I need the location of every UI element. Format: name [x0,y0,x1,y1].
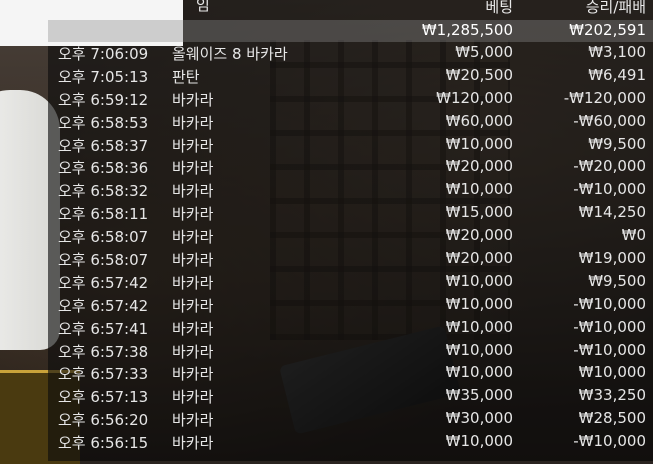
row-time: 오후 6:57:33 [58,365,149,384]
row-win-loss: ₩33,250 [578,386,646,405]
column-header-bet: 베팅 [485,0,513,16]
row-win-loss: ₩9,500 [588,134,646,153]
table-row[interactable]: 오후 7:06:09 올웨이즈 8 바카라 ₩5,000 ₩3,100 [48,42,653,65]
row-time: 오후 6:57:13 [58,388,149,407]
row-game: 바카라 [172,434,214,453]
table-row[interactable]: 오후 6:58:36 바카라 ₩20,000 -₩20,000 [48,156,653,179]
row-time: 오후 7:05:13 [58,67,149,86]
row-win-loss: ₩6,491 [588,65,646,84]
column-header-game: 임 [196,0,210,14]
row-time: 오후 6:56:20 [58,411,149,430]
row-time: 오후 6:58:11 [58,205,149,224]
table-row[interactable]: 오후 6:58:32 바카라 ₩10,000 -₩10,000 [48,179,653,202]
row-bet: ₩10,000 [445,340,513,359]
total-bet: ₩1,285,500 [421,21,513,39]
row-time: 오후 6:58:53 [58,113,149,132]
row-time: 오후 7:06:09 [58,45,149,63]
table-row[interactable]: 오후 6:58:37 바카라 ₩10,000 ₩9,500 [48,134,653,157]
column-header-win-loss: 승리/패배 [585,0,646,16]
table-row[interactable]: 오후 6:57:42 바카라 ₩10,000 ₩9,500 [48,271,653,294]
row-bet: ₩20,000 [445,226,513,245]
bet-history-list: 오후 7:06:09 올웨이즈 8 바카라 ₩5,000 ₩3,100 오후 7… [48,42,653,454]
row-game: 바카라 [172,159,214,178]
row-bet: ₩20,000 [445,157,513,176]
row-bet: ₩10,000 [445,180,513,199]
row-win-loss: ₩28,500 [578,409,646,428]
row-game: 바카라 [172,365,214,384]
row-game: 바카라 [172,273,214,292]
row-bet: ₩10,000 [445,317,513,336]
row-game: 바카라 [172,319,214,338]
table-row[interactable]: 오후 7:05:13 판탄 ₩20,500 ₩6,491 [48,65,653,88]
row-win-loss: ₩9,500 [588,271,646,290]
total-win-loss: ₩202,591 [569,21,646,39]
table-row[interactable]: 오후 6:57:41 바카라 ₩10,000 -₩10,000 [48,317,653,340]
row-bet: ₩30,000 [445,409,513,428]
row-game: 바카라 [172,182,214,201]
row-bet: ₩10,000 [445,432,513,451]
row-time: 오후 6:57:42 [58,296,149,315]
row-bet: ₩10,000 [445,363,513,382]
row-win-loss: -₩10,000 [573,432,646,451]
row-bet: ₩60,000 [445,111,513,130]
row-time: 오후 6:58:07 [58,251,149,270]
row-game: 판탄 [172,67,200,86]
row-time: 오후 6:59:12 [58,90,149,109]
row-win-loss: -₩10,000 [573,317,646,336]
row-win-loss: -₩10,000 [573,294,646,313]
table-row[interactable]: 오후 6:58:07 바카라 ₩20,000 ₩0 [48,225,653,248]
table-row[interactable]: 오후 6:57:33 바카라 ₩10,000 ₩10,000 [48,362,653,385]
row-win-loss: -₩10,000 [573,180,646,199]
row-game: 바카라 [172,388,214,407]
row-time: 오후 6:57:42 [58,273,149,292]
row-win-loss: ₩3,100 [588,43,646,61]
table-row[interactable]: 오후 6:56:15 바카라 ₩10,000 -₩10,000 [48,431,653,454]
table-row[interactable]: 오후 6:58:53 바카라 ₩60,000 -₩60,000 [48,111,653,134]
table-row[interactable]: 오후 6:57:13 바카라 ₩35,000 ₩33,250 [48,385,653,408]
row-time: 오후 6:58:07 [58,228,149,247]
row-bet: ₩20,000 [445,249,513,268]
row-bet: ₩10,000 [445,271,513,290]
table-row[interactable]: 오후 6:58:07 바카라 ₩20,000 ₩19,000 [48,248,653,271]
row-game: 올웨이즈 8 바카라 [172,45,288,63]
row-game: 바카라 [172,228,214,247]
row-win-loss: -₩20,000 [573,157,646,176]
row-bet: ₩15,000 [445,203,513,222]
row-win-loss: -₩10,000 [573,340,646,359]
row-game: 바카라 [172,136,214,155]
row-bet: ₩20,500 [445,65,513,84]
row-win-loss: ₩14,250 [578,203,646,222]
row-bet: ₩120,000 [436,88,513,107]
row-win-loss: ₩19,000 [578,249,646,268]
row-game: 바카라 [172,251,214,270]
row-time: 오후 6:57:41 [58,319,149,338]
table-row[interactable]: 오후 6:56:20 바카라 ₩30,000 ₩28,500 [48,408,653,431]
row-time: 오후 6:56:15 [58,434,149,453]
row-game: 바카라 [172,205,214,224]
table-row[interactable]: 오후 6:58:11 바카라 ₩15,000 ₩14,250 [48,202,653,225]
row-time: 오후 6:58:37 [58,136,149,155]
table-row[interactable]: 오후 6:59:12 바카라 ₩120,000 -₩120,000 [48,88,653,111]
row-game: 바카라 [172,90,214,109]
row-bet: ₩10,000 [445,134,513,153]
row-game: 바카라 [172,296,214,315]
total-row: ₩1,285,500 ₩202,591 [48,20,653,42]
row-win-loss: ₩0 [621,226,646,245]
row-game: 바카라 [172,113,214,132]
row-win-loss: ₩10,000 [578,363,646,382]
row-time: 오후 6:57:38 [58,342,149,361]
row-time: 오후 6:58:32 [58,182,149,201]
row-bet: ₩5,000 [455,43,513,61]
table-row[interactable]: 오후 6:57:42 바카라 ₩10,000 -₩10,000 [48,294,653,317]
row-bet: ₩35,000 [445,386,513,405]
table-row[interactable]: 오후 6:57:38 바카라 ₩10,000 -₩10,000 [48,340,653,363]
row-win-loss: -₩60,000 [573,111,646,130]
row-game: 바카라 [172,342,214,361]
row-bet: ₩10,000 [445,294,513,313]
row-win-loss: -₩120,000 [563,88,646,107]
row-game: 바카라 [172,411,214,430]
row-time: 오후 6:58:36 [58,159,149,178]
